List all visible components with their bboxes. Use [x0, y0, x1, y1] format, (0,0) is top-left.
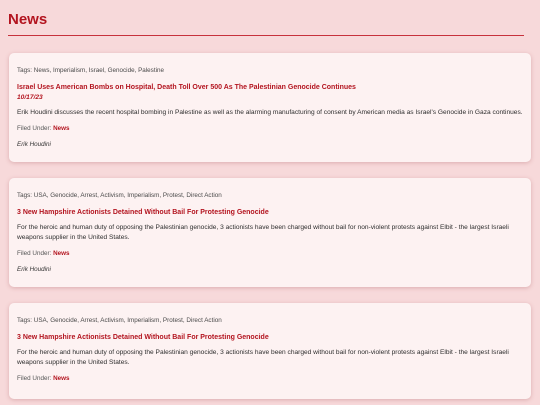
post-date: 10/17/23: [17, 94, 43, 101]
post-filed-under: Filed Under: News: [17, 374, 523, 384]
news-page: News Tags: News, Imperialism, Israel, Ge…: [0, 0, 540, 405]
post-tags: Tags: USA, Genocide, Arrest, Activism, I…: [17, 317, 222, 324]
post-title-link[interactable]: Israel Uses American Bombs on Hospital, …: [17, 83, 523, 93]
category-link-news[interactable]: News: [53, 125, 69, 132]
post-title-link[interactable]: 3 New Hampshire Actionists Detained With…: [17, 208, 523, 218]
filed-under-label: Filed Under:: [17, 125, 52, 132]
post-title-link[interactable]: 3 New Hampshire Actionists Detained With…: [17, 333, 523, 343]
post-excerpt: For the heroic and human duty of opposin…: [17, 224, 509, 241]
post-tags: Tags: News, Imperialism, Israel, Genocid…: [17, 67, 164, 74]
post-excerpt: For the heroic and human duty of opposin…: [17, 349, 509, 366]
page-title: News: [8, 11, 48, 28]
post-tags: Tags: USA, Genocide, Arrest, Activism, I…: [17, 192, 222, 199]
post-author: Erik Houdini: [17, 141, 51, 148]
page-header: News: [0, 0, 540, 36]
filed-under-label: Filed Under:: [17, 250, 52, 257]
post-card: Tags: News, Imperialism, Israel, Genocid…: [9, 53, 531, 162]
post-author: Erik Houdini: [17, 266, 51, 273]
category-link-news[interactable]: News: [53, 250, 69, 257]
category-link-news[interactable]: News: [53, 375, 69, 382]
post-card: Tags: USA, Genocide, Arrest, Activism, I…: [9, 303, 531, 399]
filed-under-label: Filed Under:: [17, 375, 52, 382]
post-filed-under: Filed Under: News: [17, 249, 523, 259]
post-feed: Tags: News, Imperialism, Israel, Genocid…: [0, 36, 540, 399]
post-excerpt: Erik Houdini discusses the recent hospit…: [17, 109, 523, 116]
post-filed-under: Filed Under: News: [17, 124, 523, 134]
post-card: Tags: USA, Genocide, Arrest, Activism, I…: [9, 178, 531, 287]
